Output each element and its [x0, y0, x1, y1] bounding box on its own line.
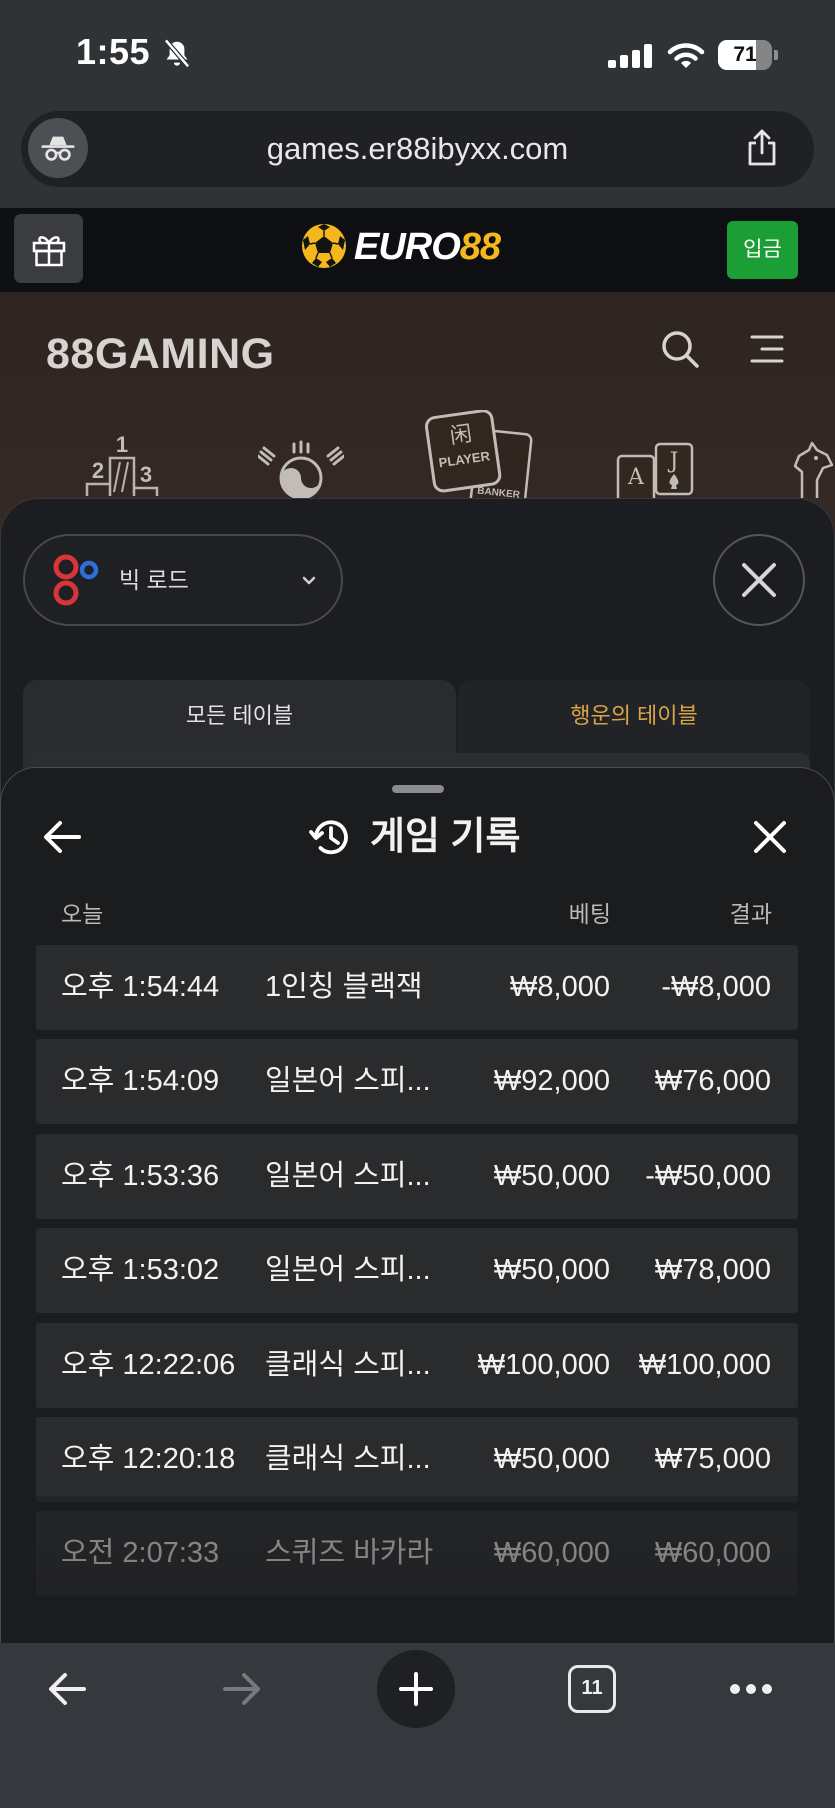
battery-indicator: 71: [718, 40, 778, 70]
browser-toolbar: 11: [0, 1643, 835, 1808]
deposit-button[interactable]: 입금: [727, 221, 798, 279]
podium-third: 3: [140, 462, 152, 487]
incognito-icon: [39, 129, 77, 167]
row-result: -₩8,000: [661, 971, 771, 1003]
status-time: 1:55: [76, 31, 151, 72]
category-blackjack-icon[interactable]: A J: [614, 440, 700, 500]
address-bar[interactable]: games.er88ibyxx.com: [21, 111, 814, 187]
search-icon[interactable]: [660, 329, 700, 369]
card-jack: J: [668, 449, 679, 474]
modal-close-button[interactable]: [713, 534, 805, 626]
row-bet: ₩50,000: [493, 1254, 610, 1286]
sheet-title: 게임 기록: [370, 816, 521, 858]
row-result: ₩76,000: [654, 1065, 771, 1097]
battery-body: 71: [718, 40, 772, 70]
chevron-down-icon: [299, 570, 319, 590]
history-row[interactable]: 오후 12:20:18 클래식 스피... ₩50,000 ₩75,000: [36, 1417, 798, 1502]
logo-text-main: EURO: [354, 226, 461, 268]
tab-count: 11: [581, 1677, 603, 1699]
close-icon[interactable]: [751, 818, 789, 856]
row-bet: ₩60,000: [493, 1537, 610, 1569]
close-icon: [739, 560, 779, 600]
category-ranking-icon[interactable]: 1 2 3: [84, 432, 160, 498]
row-bet: ₩100,000: [477, 1349, 610, 1381]
podium-first: 1: [116, 432, 128, 457]
row-result: ₩75,000: [654, 1443, 771, 1475]
wifi-icon: [667, 42, 705, 69]
euro88-logo[interactable]: EURO88: [354, 224, 501, 270]
row-game: 클래식 스피...: [265, 1349, 431, 1381]
row-time: 오후 1:54:09: [61, 1065, 220, 1097]
big-road-icon: [53, 554, 103, 608]
history-row[interactable]: 오후 12:22:06 클래식 스피... ₩100,000 ₩100,000: [36, 1323, 798, 1408]
category-horse-icon[interactable]: [790, 440, 835, 500]
gift-icon: [29, 229, 69, 269]
battery-nub: [774, 50, 778, 60]
drag-handle[interactable]: [392, 785, 444, 793]
gift-button[interactable]: [14, 214, 83, 283]
gaming-logo-digits: 88: [46, 330, 95, 378]
row-result: ₩60,000: [654, 1537, 771, 1569]
row-result: ₩78,000: [654, 1254, 771, 1286]
row-time: 오후 12:22:06: [61, 1349, 236, 1381]
road-type-label: 빅 로드: [119, 567, 189, 593]
arrow-right-icon[interactable]: [218, 1665, 266, 1713]
row-time: 오후 12:20:18: [61, 1443, 236, 1475]
88gaming-logo[interactable]: 88GAMING: [46, 330, 275, 378]
history-row[interactable]: 오전 2:07:33 스퀴즈 바카라 ₩60,000 ₩60,000: [36, 1511, 798, 1596]
battery-level: 71: [733, 43, 757, 66]
category-korean-icon[interactable]: [258, 440, 344, 500]
arrow-left-icon[interactable]: [43, 1665, 91, 1713]
row-time: 오후 1:54:44: [61, 971, 220, 1003]
row-game: 일본어 스피...: [265, 1254, 431, 1286]
gaming-logo-word: GAMING: [94, 330, 275, 378]
row-result: ₩100,000: [638, 1349, 771, 1381]
row-game: 클래식 스피...: [265, 1443, 431, 1475]
history-icon: [309, 816, 351, 858]
column-header-bet: 베팅: [568, 901, 611, 927]
row-game: 일본어 스피...: [265, 1160, 431, 1192]
game-history-sheet: 게임 기록 오늘 베팅 결과 오후 1:54:44 1인칭 블랙잭 ₩8,000…: [0, 767, 835, 1643]
row-bet: ₩50,000: [493, 1160, 610, 1192]
history-row[interactable]: 오후 1:54:44 1인칭 블랙잭 ₩8,000 -₩8,000: [36, 945, 798, 1030]
row-bet: ₩8,000: [510, 971, 610, 1003]
signal-icon: [608, 44, 654, 68]
tabs-button[interactable]: 11: [568, 1665, 616, 1713]
bell-slash-icon: [162, 38, 192, 70]
history-row[interactable]: 오후 1:53:02 일본어 스피... ₩50,000 ₩78,000: [36, 1228, 798, 1313]
soccer-ball-logo-icon: [300, 222, 348, 270]
new-tab-button[interactable]: [377, 1650, 455, 1728]
row-game: 스퀴즈 바카라: [265, 1537, 434, 1569]
plus-icon: [398, 1671, 434, 1707]
row-time: 오후 1:53:02: [61, 1254, 220, 1286]
row-time: 오전 2:07:33: [61, 1537, 220, 1569]
logo-text-accent: 88: [459, 226, 501, 268]
menu-icon[interactable]: [748, 334, 786, 364]
back-arrow-icon[interactable]: [41, 817, 83, 857]
incognito-button[interactable]: [28, 118, 88, 178]
row-bet: ₩92,000: [493, 1065, 610, 1097]
row-result: -₩50,000: [645, 1160, 771, 1192]
column-header-day: 오늘: [61, 901, 104, 927]
share-icon[interactable]: [742, 128, 782, 168]
url-text[interactable]: games.er88ibyxx.com: [111, 111, 724, 187]
category-baccarat-icon[interactable]: BANKER 闲 PLAYER: [422, 410, 542, 500]
history-row[interactable]: 오후 1:54:09 일본어 스피... ₩92,000 ₩76,000: [36, 1039, 798, 1124]
more-icon[interactable]: [727, 1682, 775, 1696]
card-ace: A: [627, 465, 645, 490]
podium-second: 2: [92, 458, 104, 483]
row-time: 오후 1:53:36: [61, 1160, 220, 1192]
row-game: 1인칭 블랙잭: [265, 971, 423, 1003]
road-type-dropdown[interactable]: 빅 로드: [23, 534, 343, 626]
row-game: 일본어 스피...: [265, 1065, 431, 1097]
column-header-result: 결과: [729, 901, 772, 927]
player-glyph: 闲: [448, 422, 473, 450]
row-bet: ₩50,000: [493, 1443, 610, 1475]
history-row[interactable]: 오후 1:53:36 일본어 스피... ₩50,000 -₩50,000: [36, 1134, 798, 1219]
